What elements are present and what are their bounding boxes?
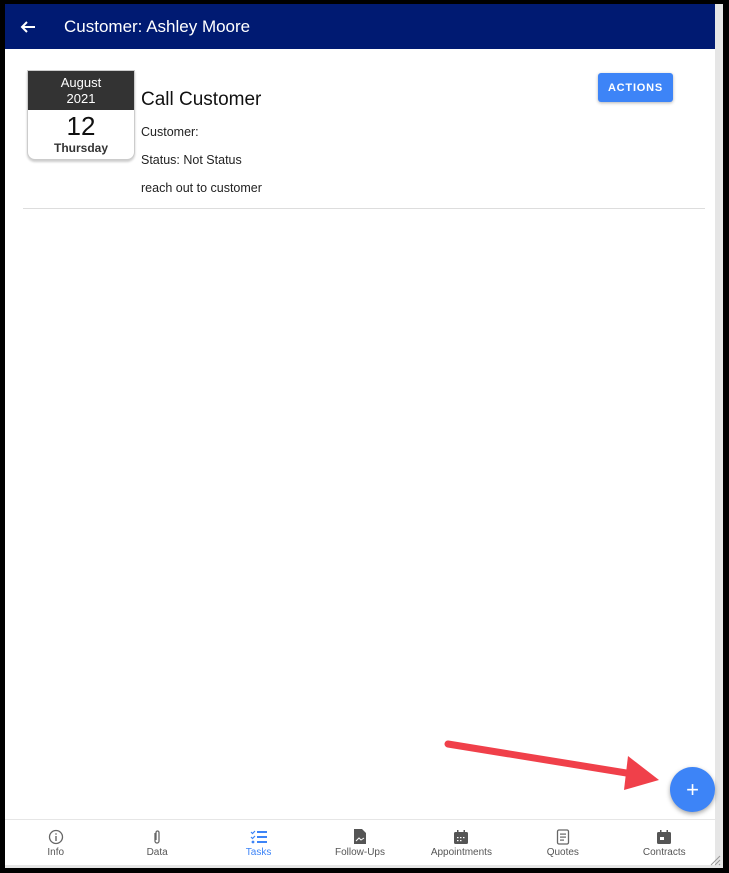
document-icon xyxy=(353,829,366,844)
nav-follow-ups[interactable]: Follow-Ups xyxy=(309,820,410,866)
calendar-day: 12 xyxy=(66,111,96,141)
arrow-left-icon xyxy=(20,20,35,33)
nav-data[interactable]: Data xyxy=(106,820,207,866)
calendar-year: 2021 xyxy=(66,91,96,106)
actions-button[interactable]: ACTIONS xyxy=(598,73,673,102)
resize-grip-icon[interactable] xyxy=(709,854,721,866)
task-title: Call Customer xyxy=(141,89,262,110)
calendar-weekday: Thursday xyxy=(53,141,108,155)
task-description: reach out to customer xyxy=(141,181,262,195)
paperclip-icon xyxy=(154,829,160,844)
nav-quotes[interactable]: Quotes xyxy=(512,820,613,866)
plus-icon: + xyxy=(686,776,699,802)
calendar-month: August xyxy=(60,75,102,90)
note-icon xyxy=(556,828,569,845)
checklist-icon xyxy=(250,830,267,843)
card-icon xyxy=(657,829,672,844)
task-status: Status: Not Status xyxy=(141,153,242,167)
task-item[interactable]: August 2021 12 Thursday Call Customer Cu… xyxy=(23,69,705,209)
nav-follow-ups-label: Follow-Ups xyxy=(334,847,385,858)
calendar-icon xyxy=(454,829,469,844)
add-task-button[interactable]: + xyxy=(670,767,715,812)
nav-tasks[interactable]: Tasks xyxy=(208,820,309,866)
nav-info-label: Info xyxy=(47,846,65,858)
date-calendar: August 2021 12 Thursday xyxy=(27,70,135,160)
app-window: Customer: Ashley Moore August 2021 12 Th… xyxy=(5,4,723,868)
scrollbar[interactable] xyxy=(715,4,723,868)
back-button[interactable] xyxy=(5,4,51,49)
nav-appointments[interactable]: Appointments xyxy=(411,820,512,866)
nav-tasks-label: Tasks xyxy=(245,846,272,858)
nav-contracts-label: Contracts xyxy=(642,846,686,858)
nav-appointments-label: Appointments xyxy=(430,846,492,858)
task-customer: Customer: xyxy=(141,125,199,139)
bottom-navigation: Info Data Tasks Follow-Ups Appointments … xyxy=(5,819,715,866)
nav-info[interactable]: Info xyxy=(5,820,106,866)
page-title: Customer: Ashley Moore xyxy=(64,16,251,36)
app-bar: Customer: Ashley Moore xyxy=(5,4,715,49)
nav-data-label: Data xyxy=(146,846,168,858)
nav-contracts[interactable]: Contracts xyxy=(614,820,715,866)
nav-quotes-label: Quotes xyxy=(546,846,579,858)
info-icon xyxy=(48,829,63,844)
